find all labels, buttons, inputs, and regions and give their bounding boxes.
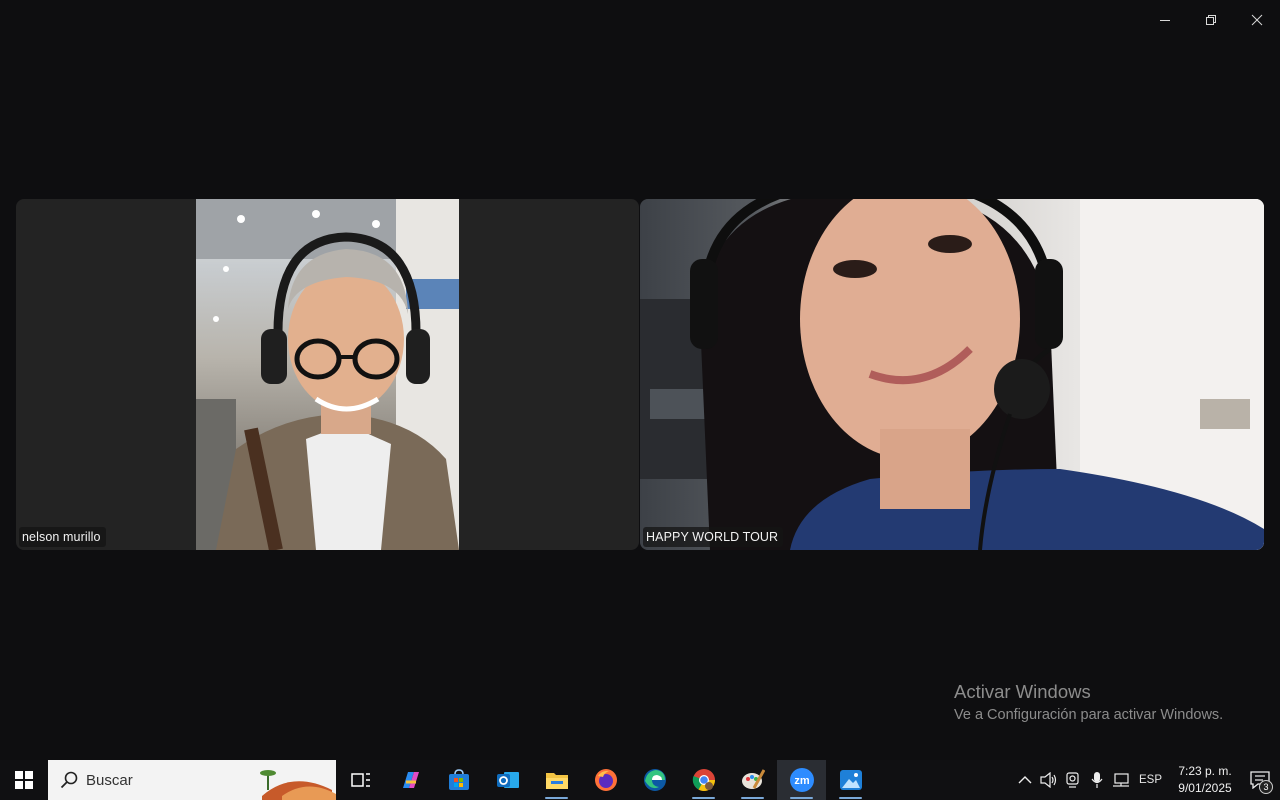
search-placeholder: Buscar [86, 771, 133, 789]
outlook-icon [496, 772, 519, 788]
input-language-indicator[interactable]: ESP [1139, 774, 1162, 786]
start-button[interactable] [0, 760, 48, 800]
taskbar: Buscar zm ESP 7:23 p. m. 9/01/2025 3 [0, 760, 1280, 800]
microsoft-store-icon [448, 769, 469, 790]
show-hidden-icons-button[interactable] [1013, 760, 1037, 800]
camera-icon [1066, 772, 1079, 788]
windows-logo-icon [15, 771, 33, 789]
clock-time: 7:23 p. m. [1178, 764, 1232, 778]
network-button[interactable] [1109, 760, 1133, 800]
search-icon [60, 771, 78, 789]
file-explorer-icon [545, 773, 568, 789]
participant-name-tag: HAPPY WORLD TOUR [643, 527, 784, 547]
notification-count-badge: 3 [1259, 780, 1273, 794]
video-tile-participant-1[interactable]: nelson murillo [16, 199, 639, 550]
camera-in-use-button[interactable] [1061, 760, 1085, 800]
watermark-subtitle: Ve a Configuración para activar Windows. [954, 707, 1224, 723]
firefox-icon [594, 769, 617, 791]
restore-button[interactable] [1188, 0, 1234, 40]
close-button[interactable] [1234, 0, 1280, 40]
search-box[interactable]: Buscar [48, 760, 336, 800]
clock-date: 9/01/2025 [1178, 781, 1232, 795]
file-explorer-button[interactable] [532, 760, 581, 800]
edge-icon [643, 769, 666, 791]
photos-button[interactable] [826, 760, 875, 800]
photos-icon [839, 770, 862, 790]
microsoft-store-button[interactable] [434, 760, 483, 800]
close-icon [1251, 14, 1263, 26]
video-frame-man-icon [196, 199, 459, 550]
watermark-title: Activar Windows [954, 681, 1091, 702]
zoom-button[interactable]: zm [777, 760, 826, 800]
participant-video-1 [196, 199, 459, 550]
chrome-button[interactable] [679, 760, 728, 800]
clock[interactable]: 7:23 p. m. 9/01/2025 [1170, 763, 1240, 797]
edge-button[interactable] [630, 760, 679, 800]
ethernet-network-icon [1112, 773, 1129, 787]
chevron-up-icon [1018, 776, 1032, 784]
task-view-icon [350, 773, 370, 787]
copilot-button[interactable] [385, 760, 434, 800]
outlook-button[interactable] [483, 760, 532, 800]
restore-icon [1206, 15, 1216, 25]
svg-text:zm: zm [794, 775, 810, 787]
participant-name-tag: nelson murillo [19, 527, 106, 547]
search-highlight-desert-icon [260, 770, 336, 800]
notification-center-button[interactable]: 3 [1240, 760, 1280, 800]
participant-video-2 [640, 199, 1264, 550]
volume-button[interactable] [1037, 760, 1061, 800]
copilot-icon [402, 772, 419, 788]
firefox-button[interactable] [581, 760, 630, 800]
speaker-icon [1040, 772, 1057, 788]
paint-button[interactable] [728, 760, 777, 800]
paint-icon [741, 769, 765, 789]
video-tile-participant-2[interactable]: HAPPY WORLD TOUR [640, 199, 1264, 550]
activate-windows-watermark: Activar Windows Ve a Configuración para … [954, 681, 1223, 725]
task-view-button[interactable] [336, 760, 385, 800]
system-tray: ESP 7:23 p. m. 9/01/2025 3 [1013, 760, 1280, 800]
minimize-icon [1160, 20, 1170, 21]
chrome-icon [692, 769, 715, 791]
window-controls [1142, 0, 1280, 40]
video-frame-woman-icon [640, 199, 1264, 550]
microphone-icon [1091, 772, 1103, 788]
microphone-in-use-button[interactable] [1085, 760, 1109, 800]
zoom-icon: zm [789, 768, 814, 792]
minimize-button[interactable] [1142, 0, 1188, 40]
